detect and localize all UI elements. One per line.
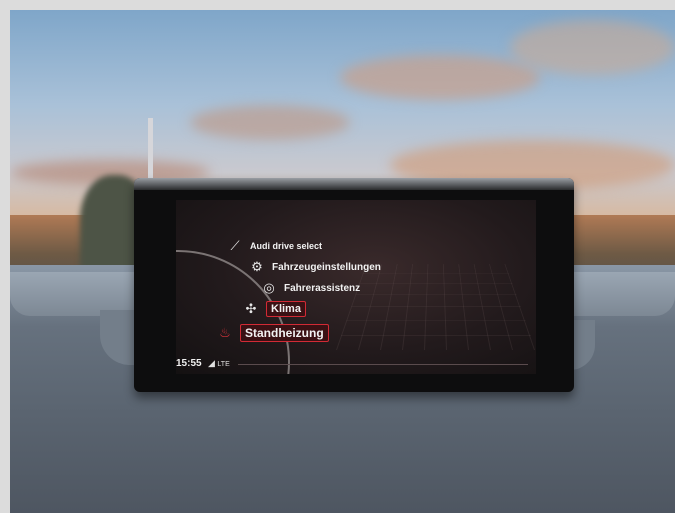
menu-item-fahrerassistenz[interactable]: ◎ Fahrerassistenz	[260, 280, 360, 296]
menu-item-audi-drive-select[interactable]: ⟋ Audi drive select	[226, 238, 322, 254]
mmi-display-housing: ⟋ Audi drive select ⚙ Fahrzeugeinstellun…	[134, 178, 574, 392]
menu-item-label: Standheizung	[240, 324, 329, 342]
drive-select-icon: ⟋	[230, 238, 240, 253]
mmi-screen: ⟋ Audi drive select ⚙ Fahrzeugeinstellun…	[176, 200, 536, 374]
menu-item-label: Klima	[266, 301, 306, 317]
menu-item-standheizung[interactable]: ♨ Standheizung	[216, 324, 329, 342]
network-label: LTE	[217, 361, 230, 368]
photo: ⟋ Audi drive select ⚙ Fahrzeugeinstellun…	[10, 10, 675, 513]
menu-item-klima[interactable]: ✣ Klima	[242, 301, 306, 317]
menu-item-label: Fahrzeugeinstellungen	[272, 261, 381, 273]
fan-icon: ✣	[245, 301, 257, 316]
vehicle-settings-icon: ⚙	[251, 259, 263, 274]
menu-item-fahrzeugeinstellungen[interactable]: ⚙ Fahrzeugeinstellungen	[248, 259, 381, 275]
menu-item-label: Fahrerassistenz	[284, 282, 361, 294]
background-grid	[336, 264, 536, 350]
seat-heating-icon: ♨	[219, 325, 231, 340]
driver-assist-icon: ◎	[263, 280, 275, 295]
clock: 15:55	[176, 358, 202, 369]
menu-item-label: Audi drive select	[250, 241, 323, 251]
status-bar: 15:55 ◢ LTE	[176, 356, 536, 374]
network-icon: ◢ LTE	[208, 358, 230, 368]
